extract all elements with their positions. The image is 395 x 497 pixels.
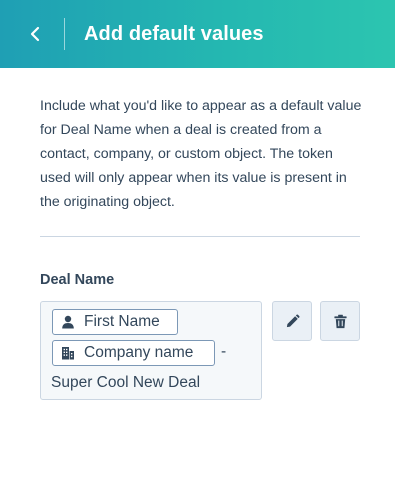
panel-header: Add default values [0, 0, 395, 68]
separator-text: - [221, 343, 227, 360]
deal-name-input[interactable]: First Name Company name - Super Cool New… [40, 301, 262, 400]
back-button[interactable] [14, 16, 56, 52]
header-divider [64, 18, 65, 50]
token-company-name[interactable]: Company name [52, 340, 215, 366]
token-first-name[interactable]: First Name [52, 309, 178, 335]
token-label: First Name [84, 313, 160, 330]
token-label: Company name [84, 344, 194, 361]
edit-button[interactable] [272, 301, 312, 341]
pencil-icon [286, 313, 300, 327]
contact-person-icon [62, 315, 74, 329]
delete-button[interactable] [320, 301, 360, 341]
deal-name-text: Super Cool New Deal [51, 374, 201, 391]
description-text: Include what you'd like to appear as a d… [40, 98, 362, 210]
chevron-left-icon [30, 26, 40, 42]
deal-name-label: Deal Name [40, 272, 115, 288]
section-divider [40, 236, 360, 237]
trash-icon [333, 314, 347, 328]
panel-title: Add default values [84, 23, 264, 45]
company-building-icon [62, 347, 74, 360]
